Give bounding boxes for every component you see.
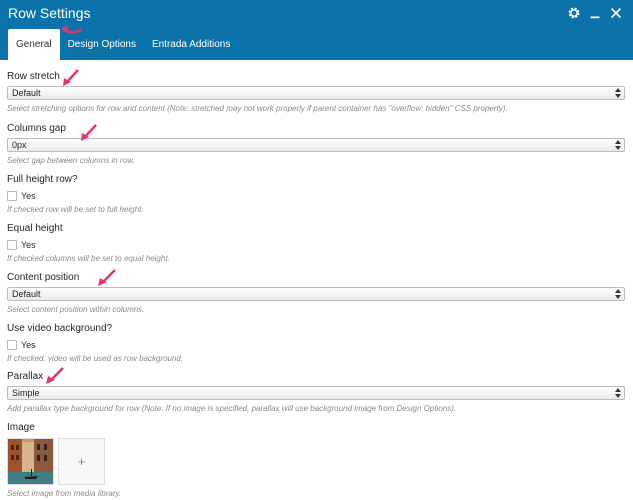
columns-gap-select[interactable]: 0px xyxy=(7,138,625,152)
image-desc: Select image from media library. xyxy=(7,489,122,498)
gear-icon[interactable] xyxy=(567,6,581,20)
image-picker: + xyxy=(7,438,627,485)
parallax-label: Parallax xyxy=(7,371,44,382)
equal-height-option: Yes xyxy=(7,239,627,250)
select-arrows-icon xyxy=(615,88,621,98)
columns-gap-label: Columns gap xyxy=(7,123,66,134)
full-height-field: Full height row? Yes If checked row will… xyxy=(7,173,627,215)
select-arrows-icon xyxy=(615,289,621,299)
select-arrows-icon xyxy=(615,140,621,150)
content-position-field: Content position Default Select content … xyxy=(7,271,627,315)
full-height-checkbox[interactable] xyxy=(7,190,17,201)
full-height-label: Full height row? xyxy=(7,174,78,185)
video-bg-label: Use video background? xyxy=(7,323,113,334)
window-title: Row Settings xyxy=(8,5,91,21)
columns-gap-desc: Select gap between columns in row. xyxy=(7,156,135,165)
tab-entrada-additions[interactable]: Entrada Additions xyxy=(144,29,238,60)
content-position-desc: Select content position within columns. xyxy=(7,305,145,314)
image-label: Image xyxy=(7,422,35,433)
modal-header: Row Settings General Design Options Entr… xyxy=(0,0,633,60)
full-height-option: Yes xyxy=(7,190,627,201)
content-position-value: Default xyxy=(12,289,41,299)
equal-height-yes-label[interactable]: Yes xyxy=(21,240,36,250)
row-stretch-field: Row stretch Default Select stretching op… xyxy=(7,70,627,114)
image-thumbnail[interactable] xyxy=(7,438,54,485)
row-stretch-select[interactable]: Default xyxy=(7,86,625,100)
video-bg-yes-label[interactable]: Yes xyxy=(21,340,36,350)
row-stretch-desc: Select stretching options for row and co… xyxy=(7,104,508,113)
select-arrows-icon xyxy=(615,388,621,398)
video-bg-desc: If checked, video will be used as row ba… xyxy=(7,354,184,363)
equal-height-field: Equal height Yes If checked columns will… xyxy=(7,222,627,264)
parallax-select[interactable]: Simple xyxy=(7,386,625,400)
venice-canal-photo xyxy=(8,439,53,484)
columns-gap-field: Columns gap 0px Select gap between colum… xyxy=(7,122,627,166)
columns-gap-value: 0px xyxy=(12,140,27,150)
equal-height-desc: If checked columns will be set to equal … xyxy=(7,254,170,263)
video-bg-checkbox[interactable] xyxy=(7,339,17,350)
row-stretch-label: Row stretch xyxy=(7,71,60,82)
content-position-select[interactable]: Default xyxy=(7,287,625,301)
close-icon[interactable] xyxy=(609,6,623,20)
equal-height-checkbox[interactable] xyxy=(7,239,17,250)
tab-bar: General Design Options Entrada Additions xyxy=(8,29,238,60)
video-bg-field: Use video background? Yes If checked, vi… xyxy=(7,322,627,364)
parallax-value: Simple xyxy=(12,388,40,398)
row-stretch-value: Default xyxy=(12,88,41,98)
settings-form: Row stretch Default Select stretching op… xyxy=(0,60,633,500)
video-bg-option: Yes xyxy=(7,339,627,350)
tab-general[interactable]: General xyxy=(8,29,60,60)
full-height-yes-label[interactable]: Yes xyxy=(21,191,36,201)
content-position-label: Content position xyxy=(7,272,80,283)
header-icons xyxy=(567,6,623,20)
tab-design-options[interactable]: Design Options xyxy=(60,29,144,60)
parallax-field: Parallax Simple Add parallax type backgr… xyxy=(7,370,627,414)
image-field: Image + Select image from media library. xyxy=(7,421,627,499)
full-height-desc: If checked row will be set to full heigh… xyxy=(7,205,144,214)
add-image-button[interactable]: + xyxy=(58,438,105,485)
equal-height-label: Equal height xyxy=(7,223,63,234)
parallax-desc: Add parallax type background for row (No… xyxy=(7,404,457,413)
minimize-icon[interactable] xyxy=(588,6,602,20)
